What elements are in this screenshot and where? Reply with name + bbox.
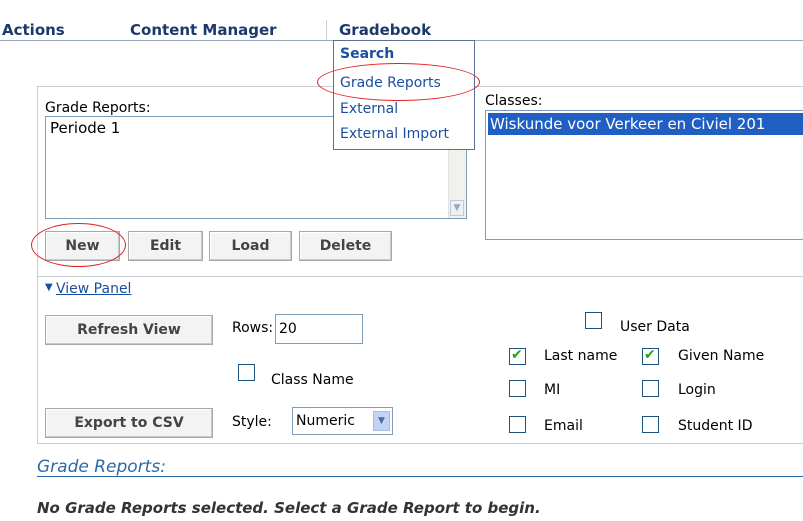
classes-listbox[interactable]: Wiskunde voor Verkeer en Civiel 201 [485,110,803,240]
class-option-label: Wiskunde voor Verkeer en Civiel 201 [490,115,766,133]
mi-checkbox[interactable] [509,380,526,397]
empty-message: No Grade Reports selected. Select a Grad… [37,499,541,517]
menu-actions[interactable]: Actions [2,21,65,39]
given-name-label: Given Name [678,348,765,364]
triangle-down-icon[interactable]: ▼ [45,282,53,293]
rows-label: Rows: [232,320,274,336]
style-select-value: Numeric [296,413,355,429]
view-panel-toggle[interactable]: View Panel [56,281,131,297]
class-name-label: Class Name [271,372,354,388]
classes-label: Classes: [485,93,543,109]
login-label: Login [678,382,716,398]
style-select[interactable]: Numeric ▼ [292,407,393,435]
grade-report-option[interactable]: Periode 1 [50,119,120,137]
mi-label: MI [544,382,561,398]
refresh-view-button[interactable]: Refresh View [45,315,213,345]
menu-separator [326,20,327,40]
scroll-down-arrow-icon[interactable]: ▼ [450,200,464,216]
class-option-selected[interactable]: Wiskunde voor Verkeer en Civiel 201 [488,113,803,135]
section-title-underline [37,476,803,477]
email-checkbox[interactable] [509,416,526,433]
grade-reports-label: Grade Reports: [45,100,151,116]
section-title: Grade Reports: [37,457,166,477]
rows-input[interactable]: 20 [275,314,363,344]
export-csv-button[interactable]: Export to CSV [45,408,213,438]
login-checkbox[interactable] [642,380,659,397]
panel-separator [37,276,803,277]
menu-gradebook[interactable]: Gradebook [339,21,431,39]
class-name-checkbox[interactable] [238,364,255,381]
dropdown-item-external-import[interactable]: External Import [340,126,449,142]
chevron-down-icon[interactable]: ▼ [373,411,390,431]
given-name-checkbox[interactable] [642,347,659,365]
dropdown-item-external[interactable]: External [340,101,398,117]
student-id-checkbox[interactable] [642,416,659,433]
last-name-checkbox[interactable] [509,347,526,365]
student-id-label: Student ID [678,418,753,434]
delete-button[interactable]: Delete [299,231,392,261]
load-button[interactable]: Load [209,231,292,261]
email-label: Email [544,418,583,434]
highlight-ellipse [31,223,126,267]
highlight-ellipse [317,63,480,101]
user-data-label: User Data [620,319,690,335]
menu-content-manager[interactable]: Content Manager [130,21,277,39]
dropdown-item-search[interactable]: Search [340,46,394,62]
user-data-checkbox[interactable] [585,312,602,329]
style-label: Style: [232,414,272,430]
edit-button[interactable]: Edit [128,231,203,261]
last-name-label: Last name [544,348,618,364]
